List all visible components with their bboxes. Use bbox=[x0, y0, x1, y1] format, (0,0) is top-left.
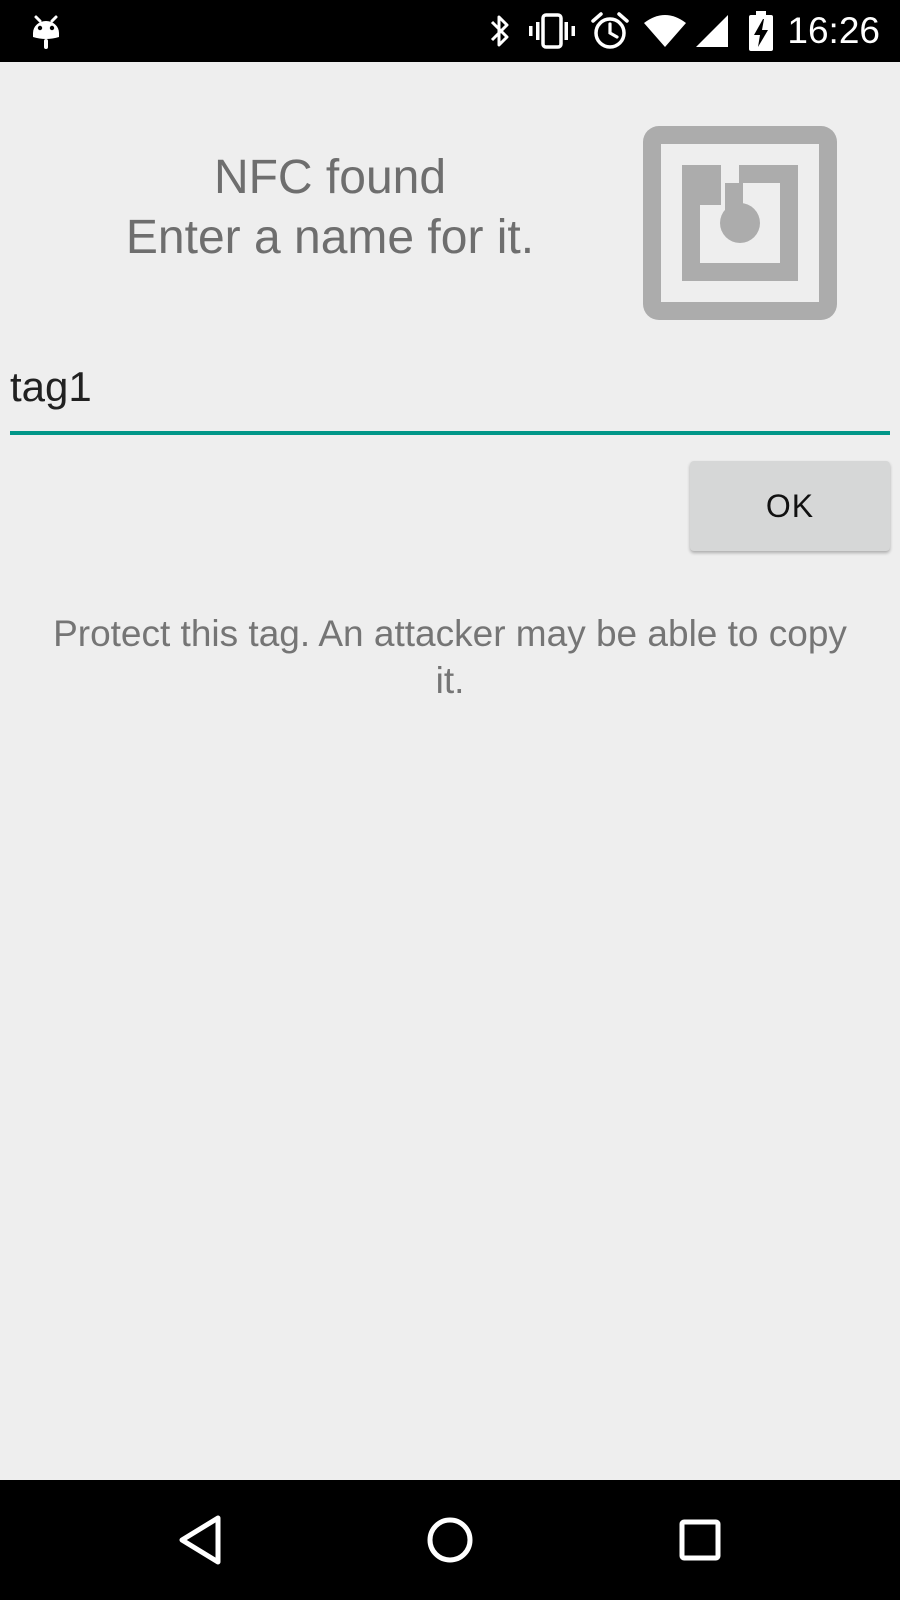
warning-text: Protect this tag. An attacker may be abl… bbox=[53, 613, 847, 701]
input-underline bbox=[10, 431, 890, 435]
tag-name-input[interactable] bbox=[10, 345, 890, 429]
nfc-name-screen: 16:26 NFC found Enter a name for it. OK … bbox=[0, 0, 900, 1600]
home-button[interactable] bbox=[390, 1480, 510, 1600]
bluetooth-icon bbox=[483, 0, 517, 62]
header-title: NFC found bbox=[213, 151, 447, 204]
ok-button[interactable]: OK bbox=[690, 461, 890, 551]
signal-icon bbox=[692, 0, 732, 62]
navigation-bar bbox=[0, 1480, 900, 1600]
status-bar: 16:26 bbox=[0, 0, 900, 62]
status-time: 16:26 bbox=[787, 10, 880, 51]
back-icon bbox=[179, 1515, 221, 1565]
recents-icon bbox=[679, 1519, 721, 1561]
name-field-container bbox=[10, 345, 890, 437]
android-debug-icon bbox=[26, 0, 66, 62]
battery-charging-icon bbox=[746, 0, 776, 62]
header-message: NFC found Enter a name for it. bbox=[60, 148, 600, 268]
home-icon bbox=[427, 1517, 473, 1563]
recents-button[interactable] bbox=[640, 1480, 760, 1600]
alarm-icon bbox=[588, 0, 632, 62]
back-button[interactable] bbox=[140, 1480, 260, 1600]
vibrate-icon bbox=[526, 0, 578, 62]
header-subtitle: Enter a name for it. bbox=[125, 211, 535, 264]
nfc-icon bbox=[643, 126, 837, 320]
wifi-icon bbox=[642, 0, 688, 62]
